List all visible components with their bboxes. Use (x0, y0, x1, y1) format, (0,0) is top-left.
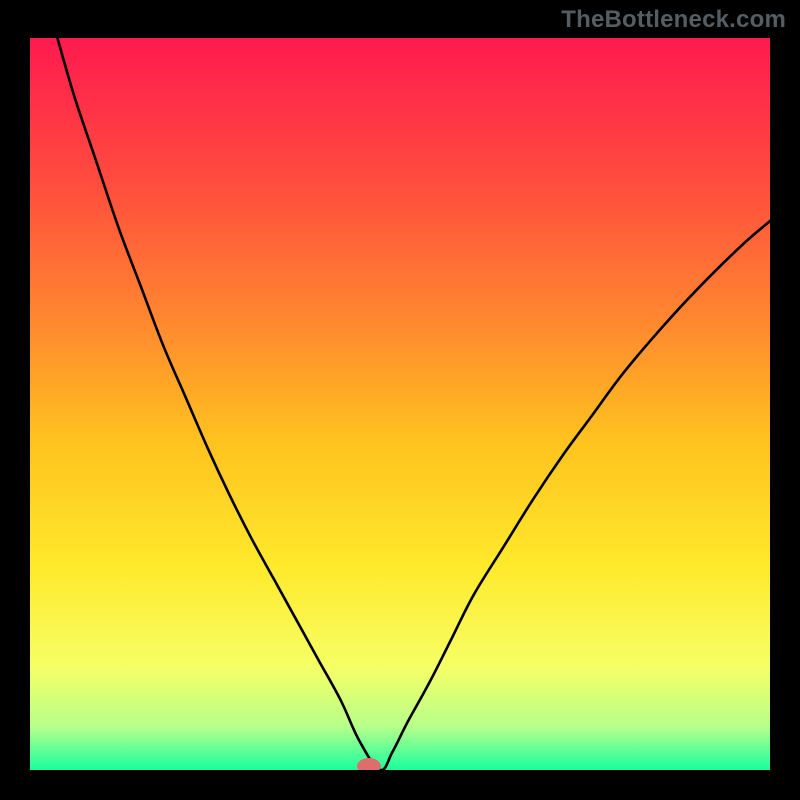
watermark-label: TheBottleneck.com (561, 6, 786, 34)
chart-svg (0, 0, 800, 800)
optimal-marker (357, 758, 381, 774)
plot-background (30, 38, 770, 770)
chart-stage: TheBottleneck.com (0, 0, 800, 800)
